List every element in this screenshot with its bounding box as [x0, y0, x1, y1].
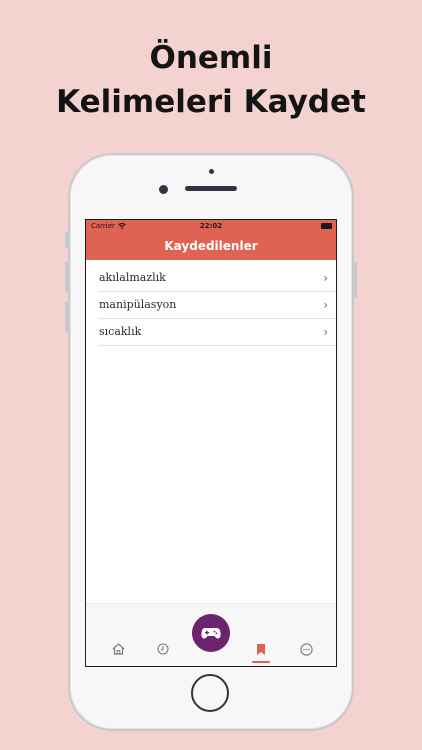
tab-home[interactable] — [108, 640, 128, 658]
phone-frame: Carrier 22:02 Kaydedilenler akılalmazlık… — [68, 153, 354, 731]
power-button — [354, 262, 357, 298]
earpiece-speaker — [185, 186, 237, 191]
word-label: akılalmazlık — [99, 271, 166, 284]
word-label: sıcaklık — [99, 325, 142, 338]
active-tab-indicator — [252, 661, 270, 663]
tab-history[interactable] — [153, 640, 173, 658]
headline-line-2: Kelimeleri Kaydet — [56, 84, 366, 120]
bookmark-icon — [257, 643, 265, 655]
status-bar: Carrier 22:02 — [86, 220, 336, 233]
headline-line-1: Önemli — [149, 40, 273, 76]
marketing-headline: Önemli Kelimeleri Kaydet — [0, 36, 422, 124]
list-item[interactable]: akılalmazlık › — [98, 265, 336, 292]
status-time: 22:02 — [199, 222, 223, 230]
chevron-right-icon: › — [323, 271, 328, 285]
list-item[interactable]: manipülasyon › — [98, 292, 336, 319]
game-button[interactable] — [192, 614, 230, 652]
page-title: Kaydedilenler — [164, 239, 258, 253]
tab-bar — [86, 603, 336, 666]
battery-icon — [321, 223, 332, 229]
chevron-right-icon: › — [323, 298, 328, 312]
nav-bar: Kaydedilenler — [86, 233, 336, 260]
home-button[interactable] — [191, 674, 229, 712]
proximity-sensor — [209, 169, 214, 174]
more-icon — [299, 642, 313, 656]
clock-icon — [157, 643, 169, 655]
front-camera — [159, 185, 168, 194]
tab-more[interactable] — [296, 640, 316, 658]
word-label: manipülasyon — [99, 298, 177, 311]
chevron-right-icon: › — [323, 325, 328, 339]
tab-saved[interactable] — [251, 640, 271, 658]
app-screen: Carrier 22:02 Kaydedilenler akılalmazlık… — [85, 219, 337, 667]
home-icon — [112, 643, 124, 655]
gamepad-icon — [201, 628, 221, 639]
saved-words-list: akılalmazlık › manipülasyon › sıcaklık › — [86, 265, 336, 346]
list-item[interactable]: sıcaklık › — [98, 319, 336, 346]
